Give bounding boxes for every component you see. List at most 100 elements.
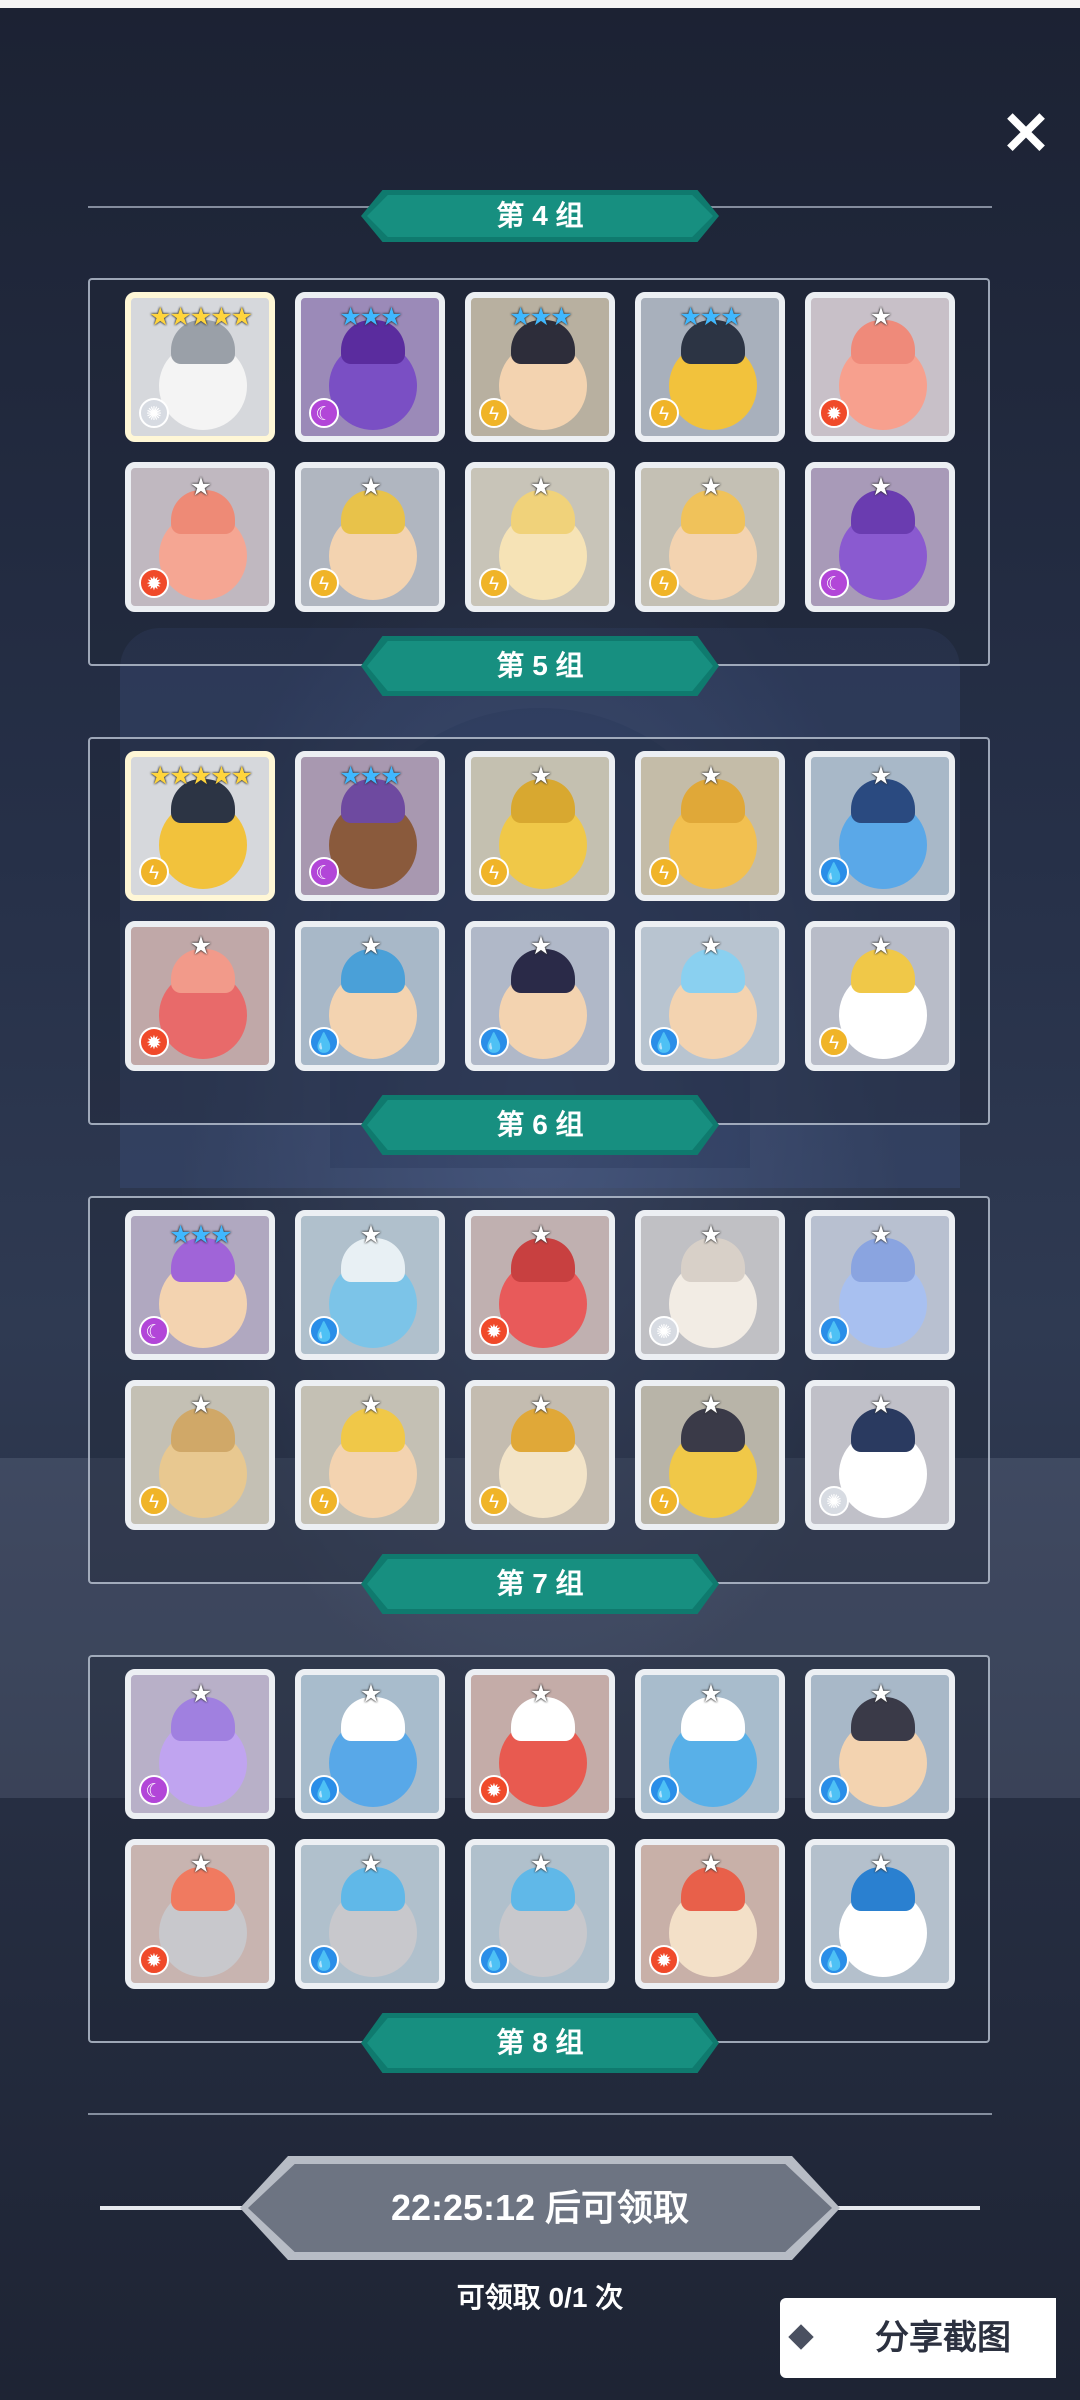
hero-card[interactable]: ★★★ ϟ [635, 292, 785, 442]
hero-card[interactable]: ★ ϟ [635, 462, 785, 612]
star-rating: ★ [359, 473, 382, 501]
hero-card[interactable]: ★ 💧 [805, 1839, 955, 1989]
hero-card[interactable]: ★ ϟ [805, 921, 955, 1071]
star-rating: ★ [699, 1850, 722, 1878]
light-element-icon: ✺ [649, 1316, 679, 1346]
fire-element-icon: ✹ [139, 1027, 169, 1057]
thunder-element-icon: ϟ [649, 1486, 679, 1516]
thunder-element-icon: ϟ [819, 1027, 849, 1057]
countdown-bar: 22:25:12 后可领取 [240, 2156, 840, 2260]
hero-card[interactable]: ★ 💧 [295, 1839, 445, 1989]
close-button[interactable]: ✕ [996, 104, 1056, 164]
hero-card[interactable]: ★ 💧 [805, 1210, 955, 1360]
hero-card[interactable]: ★★★ ☾ [295, 751, 445, 901]
fire-element-icon: ✹ [139, 568, 169, 598]
share-screenshot-button[interactable]: 分享截图 [780, 2298, 1056, 2378]
thunder-element-icon: ϟ [309, 1486, 339, 1516]
star-rating: ★ [529, 932, 552, 960]
star-rating: ★ [869, 303, 892, 331]
dark-element-icon: ☾ [309, 857, 339, 887]
hero-card[interactable]: ★★★ ☾ [295, 292, 445, 442]
hero-card[interactable]: ★ ϟ [465, 462, 615, 612]
hero-card[interactable]: ★ ☾ [805, 462, 955, 612]
hero-card[interactable]: ★ 💧 [465, 1839, 615, 1989]
hero-card[interactable]: ★ 💧 [635, 1669, 785, 1819]
star-rating: ★ [699, 1391, 722, 1419]
hero-card[interactable]: ★★★ ☾ [125, 1210, 275, 1360]
star-rating: ★ [869, 1850, 892, 1878]
star-rating: ★ [359, 1221, 382, 1249]
fire-element-icon: ✹ [819, 398, 849, 428]
star-rating: ★★★ [339, 303, 402, 331]
hero-card[interactable]: ★ ☾ [125, 1669, 275, 1819]
star-rating: ★ [359, 932, 382, 960]
hero-card[interactable]: ★ ✹ [125, 1839, 275, 1989]
hero-card[interactable]: ★ 💧 [295, 1210, 445, 1360]
star-rating: ★ [529, 473, 552, 501]
star-rating: ★ [869, 1221, 892, 1249]
dark-element-icon: ☾ [819, 568, 849, 598]
thunder-element-icon: ϟ [649, 857, 679, 887]
star-rating: ★ [869, 932, 892, 960]
dark-element-icon: ☾ [139, 1316, 169, 1346]
light-element-icon: ✺ [139, 398, 169, 428]
hero-card[interactable]: ★ ✹ [805, 292, 955, 442]
thunder-element-icon: ϟ [479, 568, 509, 598]
thunder-element-icon: ϟ [479, 1486, 509, 1516]
claim-count-text: 可领取 0/1 次 [456, 2282, 624, 2313]
hero-card[interactable]: ★ 💧 [295, 1669, 445, 1819]
star-rating: ★ [869, 1391, 892, 1419]
water-element-icon: 💧 [649, 1027, 679, 1057]
hero-card[interactable]: ★ ✺ [635, 1210, 785, 1360]
water-element-icon: 💧 [479, 1027, 509, 1057]
group-title: 第 4 组 [496, 200, 584, 231]
hero-card[interactable]: ★ ϟ [465, 751, 615, 901]
star-rating: ★ [869, 762, 892, 790]
hero-card[interactable]: ★ ✺ [805, 1380, 955, 1530]
group-title: 第 7 组 [496, 1568, 584, 1599]
star-rating: ★ [699, 1680, 722, 1708]
thunder-element-icon: ϟ [649, 568, 679, 598]
hero-card[interactable]: ★★★ ϟ [465, 292, 615, 442]
hero-card[interactable]: ★ ✹ [635, 1839, 785, 1989]
thunder-element-icon: ϟ [139, 1486, 169, 1516]
star-rating: ★ [359, 1391, 382, 1419]
star-rating: ★★★ [339, 762, 402, 790]
star-rating: ★ [529, 1391, 552, 1419]
group-banner: 第 8 组 [361, 2013, 719, 2073]
star-rating: ★ [189, 1680, 212, 1708]
thunder-element-icon: ϟ [479, 398, 509, 428]
star-rating: ★★★★★ [148, 303, 253, 331]
hero-card[interactable]: ★ ϟ [465, 1380, 615, 1530]
hero-card[interactable]: ★ ✹ [125, 462, 275, 612]
star-rating: ★ [189, 473, 212, 501]
hero-card[interactable]: ★ ✹ [465, 1210, 615, 1360]
hero-card[interactable]: ★ ϟ [635, 1380, 785, 1530]
star-rating: ★ [359, 1850, 382, 1878]
star-rating: ★★★ [679, 303, 742, 331]
hero-card[interactable]: ★ 💧 [805, 1669, 955, 1819]
water-element-icon: 💧 [309, 1775, 339, 1805]
status-strip [0, 0, 1080, 8]
hero-card[interactable]: ★ ϟ [295, 1380, 445, 1530]
hero-card[interactable]: ★★★★★ ϟ [125, 751, 275, 901]
hero-card[interactable]: ★ ϟ [125, 1380, 275, 1530]
group-title: 第 6 组 [496, 1109, 584, 1140]
hero-card[interactable]: ★ 💧 [295, 921, 445, 1071]
water-element-icon: 💧 [479, 1945, 509, 1975]
hero-card[interactable]: ★ 💧 [805, 751, 955, 901]
water-element-icon: 💧 [819, 857, 849, 887]
hero-card[interactable]: ★★★★★ ✺ [125, 292, 275, 442]
hero-card[interactable]: ★ ✹ [465, 1669, 615, 1819]
star-rating: ★ [699, 1221, 722, 1249]
hero-card[interactable]: ★ ϟ [295, 462, 445, 612]
hero-card[interactable]: ★ 💧 [635, 921, 785, 1071]
light-element-icon: ✺ [819, 1486, 849, 1516]
thunder-element-icon: ϟ [649, 398, 679, 428]
group-title: 第 5 组 [496, 650, 584, 681]
hero-card[interactable]: ★ ϟ [635, 751, 785, 901]
star-rating: ★ [699, 932, 722, 960]
hero-card[interactable]: ★ ✹ [125, 921, 275, 1071]
star-rating: ★★★ [509, 303, 572, 331]
hero-card[interactable]: ★ 💧 [465, 921, 615, 1071]
